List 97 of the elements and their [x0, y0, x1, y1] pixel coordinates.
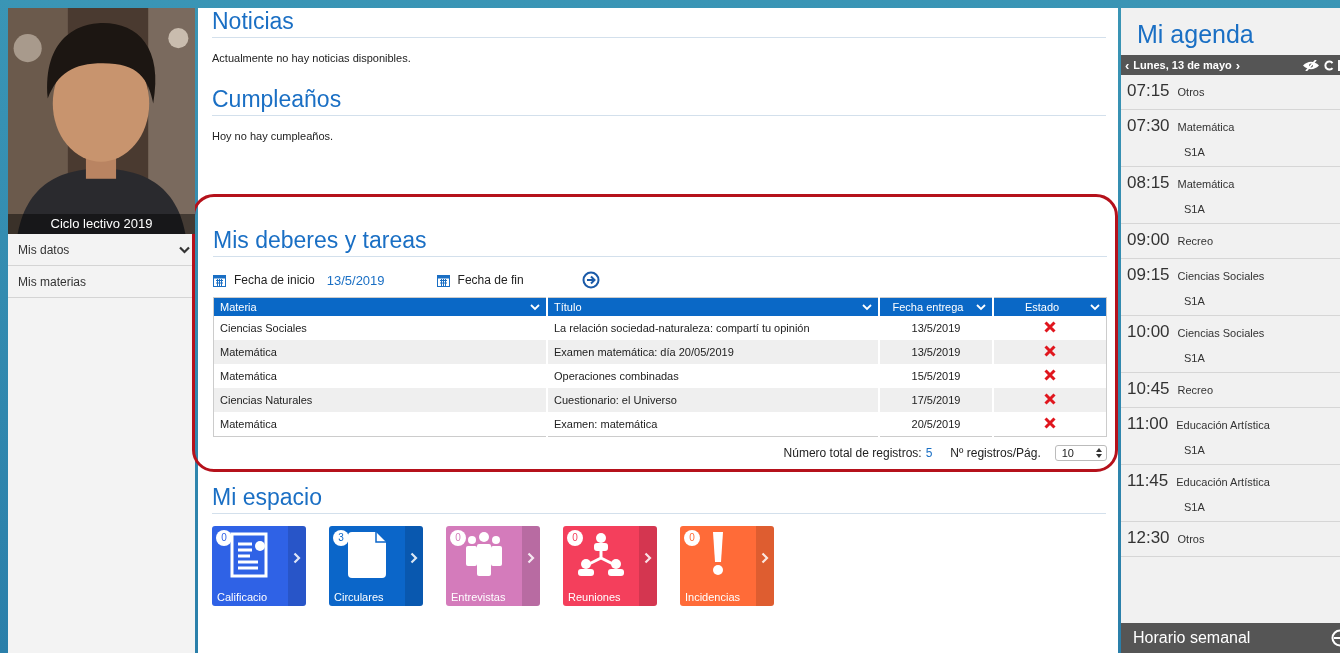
count-badge: 3	[333, 530, 349, 546]
tile-label: Incidencias	[685, 591, 741, 603]
agenda-time: 09:15	[1127, 265, 1170, 285]
section-heading: Mis deberes y tareas	[213, 227, 1107, 257]
chevron-right-icon	[527, 552, 535, 564]
chevron-right-icon	[293, 552, 301, 564]
calendar-icon[interactable]	[213, 273, 226, 287]
chevron-down-icon	[976, 303, 986, 311]
sidebar-item[interactable]: Mis materias	[8, 266, 195, 298]
exclamation-icon	[712, 532, 724, 576]
table-cell: Cuestionario: el Universo	[547, 388, 879, 412]
agenda-room: S1A	[1184, 352, 1206, 364]
filter-label: Fecha de fin	[457, 273, 524, 287]
news-message: Actualmente no hay noticias disponibles.	[212, 51, 412, 66]
agenda-subject: Educación Artística	[1176, 419, 1270, 431]
agenda-room: S1A	[1184, 295, 1206, 307]
table-cell: 17/5/2019	[879, 388, 993, 412]
agenda-subject: Matemática	[1177, 121, 1235, 133]
module-tile[interactable]: 0 Incidencias	[680, 526, 774, 606]
count-badge: 0	[684, 530, 700, 546]
chevron-down-icon	[530, 303, 540, 311]
agenda-time: 11:45	[1127, 471, 1169, 491]
chevron-right-icon	[410, 552, 418, 564]
table-cell: 13/5/2019	[879, 340, 993, 364]
count-badge: 0	[450, 530, 466, 546]
agenda-subject: Ciencias Sociales	[1177, 327, 1265, 339]
count-badge: 0	[216, 530, 232, 546]
certificate-icon	[230, 532, 270, 578]
chevron-right-icon	[761, 552, 769, 564]
table-cell: Matemática	[213, 412, 547, 437]
tile-label: Reuniones	[568, 591, 621, 603]
agenda-room: S1A	[1184, 146, 1206, 158]
filter-label: Fecha de inicio	[234, 273, 315, 287]
count-badge: 0	[567, 530, 583, 546]
column-header[interactable]: Estado	[993, 297, 1107, 316]
tile-label: Calificacio	[217, 591, 268, 603]
table-cell: 20/5/2019	[879, 412, 993, 437]
agenda-time: 08:15	[1127, 173, 1170, 193]
agenda-title: Mi agenda	[1136, 19, 1255, 50]
tile-label: Circulares	[334, 591, 384, 603]
page-size-label: Nº registros/Pág.	[950, 446, 1041, 460]
chevron-right-icon	[644, 552, 652, 564]
document-icon	[348, 532, 386, 578]
section-heading: Cumpleaños	[212, 86, 1106, 116]
chevron-down-icon	[1090, 303, 1100, 311]
module-tile[interactable]: 3 Circulares	[329, 526, 423, 606]
previous-day-button[interactable]: ‹	[1125, 57, 1130, 73]
agenda-room: S1A	[1184, 501, 1206, 513]
eye-slash-icon[interactable]	[1302, 59, 1320, 71]
agenda-subject: Ciencias Sociales	[1177, 270, 1265, 282]
arrow-right-circle-icon[interactable]	[581, 271, 600, 289]
agenda-time: 10:00	[1127, 322, 1170, 342]
spinner-icon	[1096, 448, 1102, 458]
agenda-subject: Otros	[1177, 533, 1205, 545]
sidebar-item[interactable]: Mis datos	[8, 234, 195, 266]
agenda-subject: Otros	[1177, 86, 1205, 98]
total-count: 5	[925, 446, 933, 460]
table-cell: Matemática	[213, 364, 547, 388]
agenda-subject: Recreo	[1177, 384, 1213, 396]
agenda-room: S1A	[1184, 203, 1206, 215]
weekly-schedule-bar[interactable]: Horario semanal	[1121, 623, 1340, 653]
group-icon	[463, 532, 505, 576]
network-icon	[578, 532, 624, 576]
birthday-message: Hoy no hay cumpleaños.	[212, 129, 335, 144]
next-day-button[interactable]: ›	[1235, 57, 1241, 73]
table-cell: Examen matemática: día 20/05/2019	[547, 340, 879, 364]
agenda-time: 09:00	[1127, 230, 1170, 250]
agenda-time: 07:15	[1127, 81, 1170, 101]
calendar-icon[interactable]	[436, 273, 450, 287]
agenda-subject: Educación Artística	[1176, 476, 1270, 488]
agenda-time: 12:30	[1127, 528, 1170, 548]
chevron-down-icon	[862, 303, 872, 311]
date-label: Lunes, 13 de mayo	[1133, 59, 1232, 71]
table-cell: Ciencias Sociales	[213, 316, 547, 340]
table-cell: Matemática	[213, 340, 547, 364]
page-size-field[interactable]: 10	[1054, 445, 1107, 461]
module-tile[interactable]: 0 Entrevistas	[446, 526, 540, 606]
agenda-time: 11:00	[1127, 414, 1169, 434]
refresh-icon[interactable]	[1324, 59, 1334, 71]
module-tile[interactable]: 0 Reuniones	[563, 526, 657, 606]
agenda-subject: Matemática	[1177, 178, 1235, 190]
agenda-subject: Recreo	[1177, 235, 1213, 247]
table-cell: Ciencias Naturales	[213, 388, 547, 412]
total-label: Número total de registros:	[783, 446, 922, 460]
module-tile[interactable]: 0 Calificacio	[212, 526, 306, 606]
column-header[interactable]: Materia	[213, 297, 547, 316]
section-heading: Noticias	[212, 8, 1106, 38]
agenda-room: S1A	[1184, 444, 1206, 456]
tile-label: Entrevistas	[451, 591, 506, 603]
column-header[interactable]: Fecha entrega	[879, 297, 993, 316]
date-field[interactable]: 13/5/2019	[326, 272, 385, 288]
agenda-time: 07:30	[1127, 116, 1170, 136]
section-heading: Mi espacio	[212, 484, 1106, 514]
table-cell: Examen: matemática	[547, 412, 879, 437]
photo-caption: Ciclo lectivo 2019	[8, 214, 195, 234]
agenda-time: 10:45	[1127, 379, 1170, 399]
column-header[interactable]: Título	[547, 297, 879, 316]
